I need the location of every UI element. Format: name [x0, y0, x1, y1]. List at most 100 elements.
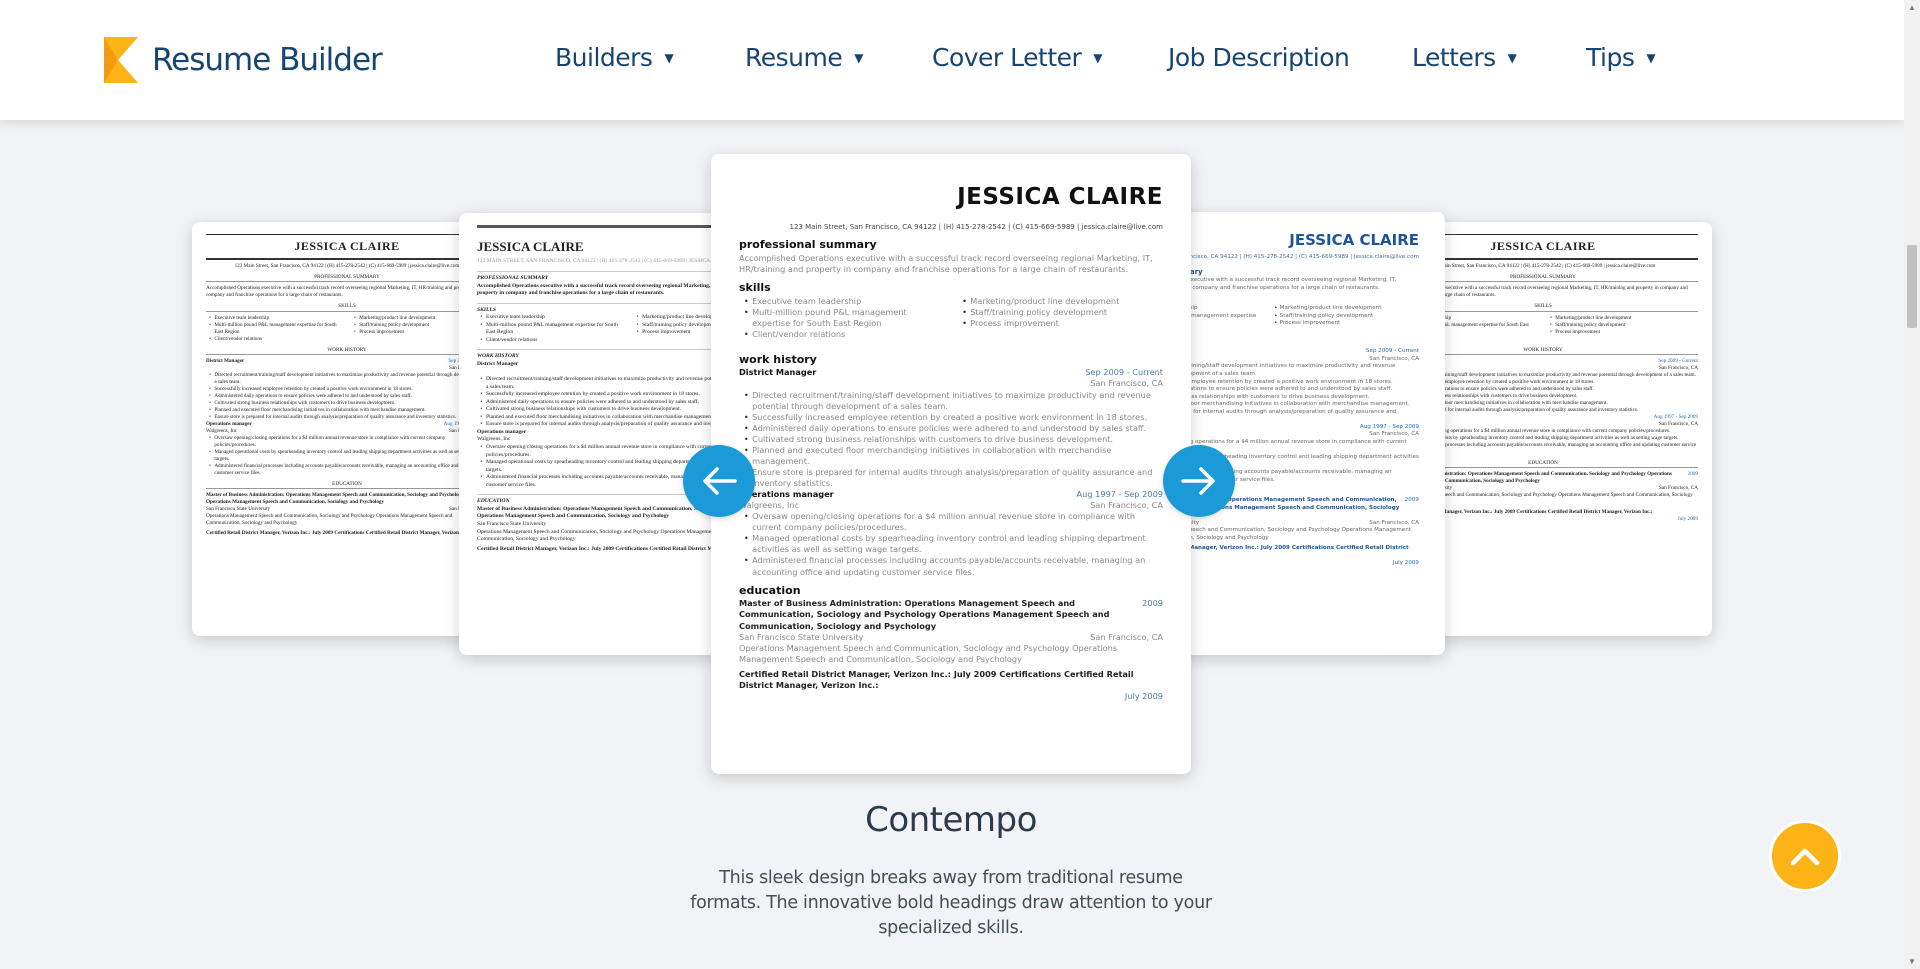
- list-item: Successfully increased employee retentio…: [739, 412, 1163, 423]
- nav-label: Job Description: [1168, 43, 1350, 72]
- caret-down-icon: ▼: [664, 50, 674, 65]
- list-item: Directed recruitment/training/staff deve…: [206, 372, 488, 386]
- caret-down-icon: ▼: [1093, 50, 1103, 65]
- job-location: San Francisco, CA: [1090, 500, 1163, 511]
- list-item: Marketing/product line development: [1271, 305, 1419, 313]
- nav-label: Tips: [1586, 43, 1635, 72]
- template-card-classic[interactable]: JESSICA CLAIRE 123 Main Street, San Franc…: [192, 222, 502, 636]
- job-dates: Aug 1997 - Sep 2009: [1653, 414, 1698, 421]
- list-item: Oversaw opening/closing operations for a…: [739, 511, 1163, 533]
- previous-template-button[interactable]: [683, 445, 755, 517]
- nav-item-cover-letter[interactable]: Cover Letter ▼: [932, 43, 1103, 72]
- job-header: District Manager Sep 2009 - Current: [739, 367, 1163, 378]
- resume-contact: 123 Main Street, San Francisco, CA 94122…: [234, 263, 460, 270]
- school: San Francisco State University: [206, 506, 271, 513]
- section-heading: work history: [206, 347, 488, 355]
- job-dates: Sep 2009 - Current: [1085, 367, 1163, 378]
- nav-label: Builders: [555, 43, 653, 72]
- list-item: Planned and executed floor merchandising…: [739, 445, 1163, 467]
- list-item: Staff/training policy development: [1271, 313, 1419, 321]
- education-details: Operations Management Speech and Communi…: [206, 513, 453, 527]
- list-item: Administered daily operations to ensure …: [739, 423, 1163, 434]
- nav-label: Resume: [745, 43, 843, 72]
- template-card-contempo[interactable]: JESSICA CLAIRE 123 Main Street, San Franc…: [711, 154, 1191, 774]
- list-item: Staff/training policy development: [1547, 322, 1698, 329]
- summary-text: Accomplished Operations executive with a…: [739, 253, 1153, 275]
- list-item: Multi-million pound P&L management exper…: [477, 322, 625, 337]
- list-item: Client/vendor relations: [477, 337, 625, 345]
- scroll-down-arrow-icon[interactable]: ▼: [1908, 957, 1916, 966]
- list-item: Process improvement: [1271, 320, 1419, 328]
- job-location: San Francisco, CA: [1369, 431, 1419, 438]
- degree-row: Master of Business Administration: Opera…: [739, 598, 1163, 631]
- list-item: Marketing/product line development: [1547, 315, 1698, 322]
- list-item: Planned and executed floor merchandising…: [206, 407, 488, 414]
- job-title: District Manager: [206, 357, 245, 364]
- resume-name: JESSICA CLAIRE: [957, 184, 1163, 210]
- caret-down-icon: ▼: [1507, 50, 1517, 65]
- resume-preview: JESSICA CLAIRE 123 Main Street, San Franc…: [192, 222, 502, 556]
- certification-date: July 2009: [1392, 560, 1419, 567]
- nav-item-job-description[interactable]: Job Description: [1168, 43, 1350, 72]
- logo[interactable]: Resume Builder: [104, 37, 383, 83]
- list-item: Cultivated strong business relationships…: [206, 400, 488, 407]
- logo-text: Resume Builder: [152, 42, 383, 78]
- list-item: Ensure store is prepared for internal au…: [739, 467, 1163, 489]
- section-heading: professional summary: [206, 275, 488, 283]
- certification: Certified Retail District Manager, Veriz…: [206, 530, 471, 537]
- certification-date: July 2009: [1124, 691, 1163, 702]
- list-item: Managed operational costs by spearheadin…: [206, 449, 488, 463]
- list-item: Successfully increased employee retentio…: [206, 386, 488, 393]
- school: San Francisco State University: [739, 631, 864, 642]
- job-location: San Francisco, CA: [1658, 421, 1698, 428]
- skills-list: Executive team leadershipMulti-million p…: [739, 296, 1163, 340]
- list-item: Multi-million pound P&L management exper…: [739, 307, 945, 329]
- job-subheader: San Francisco, CA: [206, 365, 488, 372]
- nav-item-builders[interactable]: Builders ▼: [555, 43, 674, 72]
- school: San Francisco State University: [477, 520, 547, 527]
- job-subheader: San Francisco, CA: [739, 378, 1163, 389]
- job-location: San Francisco, CA: [1658, 364, 1698, 371]
- scroll-up-arrow-icon[interactable]: ▲: [1908, 3, 1916, 12]
- degree: Master of Business Administration: Opera…: [206, 492, 464, 506]
- school-row: San Francisco State University San Franci…: [739, 632, 1163, 643]
- job-location: San Francisco, CA: [1369, 355, 1419, 362]
- list-item: Administered financial processes includi…: [206, 463, 488, 477]
- list-item: Client/vendor relations: [739, 329, 945, 340]
- section-heading: skills: [739, 281, 771, 295]
- job-title: District Manager: [739, 367, 817, 378]
- list-item: Marketing/product line development: [957, 296, 1163, 307]
- nav-item-tips[interactable]: Tips ▼: [1586, 43, 1656, 72]
- education-details: Operations Management Speech and Communi…: [739, 642, 1118, 664]
- template-description: This sleek design breaks away from tradi…: [690, 868, 1212, 938]
- section-heading: education: [739, 583, 801, 597]
- caret-down-icon: ▼: [1646, 50, 1656, 65]
- degree-year: 2009: [1404, 497, 1419, 504]
- nav-label: Letters: [1412, 43, 1496, 72]
- summary-text: Accomplished Operations executive with a…: [206, 285, 477, 299]
- chevron-up-icon: [1790, 848, 1820, 866]
- scrollbar-thumb[interactable]: [1907, 245, 1917, 328]
- next-template-button[interactable]: [1163, 445, 1235, 517]
- scroll-to-top-button[interactable]: [1769, 820, 1841, 892]
- list-item: Executive team leadership: [206, 315, 343, 322]
- job-location: San Francisco, CA: [1090, 378, 1163, 389]
- arrow-left-icon: [703, 467, 737, 495]
- list-item: Administered financial processes includi…: [739, 555, 1163, 577]
- logo-icon: [104, 37, 138, 83]
- caret-down-icon: ▼: [854, 50, 863, 65]
- job-header: District ManagerSep 2009 - Current: [206, 358, 488, 365]
- job-dates: Aug 1997 - Sep 2009: [1359, 423, 1419, 430]
- job-dates: Aug 1997 - Sep 2009: [1076, 489, 1163, 500]
- resume-preview: JESSICA CLAIRE 123 Main Street, San Franc…: [711, 154, 1191, 702]
- list-item: Managed operational costs by spearheadin…: [739, 533, 1163, 555]
- nav-item-letters[interactable]: Letters ▼: [1412, 43, 1517, 72]
- list-item: Process improvement: [1547, 329, 1698, 336]
- job-title: District Manager: [477, 361, 519, 368]
- page-scrollbar[interactable]: ▲ ▼: [1904, 0, 1920, 969]
- job-subheader: Walgreens, IncSan Francisco, CA: [739, 500, 1163, 511]
- degree-year: 2009: [1687, 471, 1698, 478]
- degree-year: 2009: [1142, 598, 1163, 609]
- section-heading: skills: [206, 304, 488, 312]
- nav-item-resume[interactable]: Resume ▼: [745, 43, 863, 72]
